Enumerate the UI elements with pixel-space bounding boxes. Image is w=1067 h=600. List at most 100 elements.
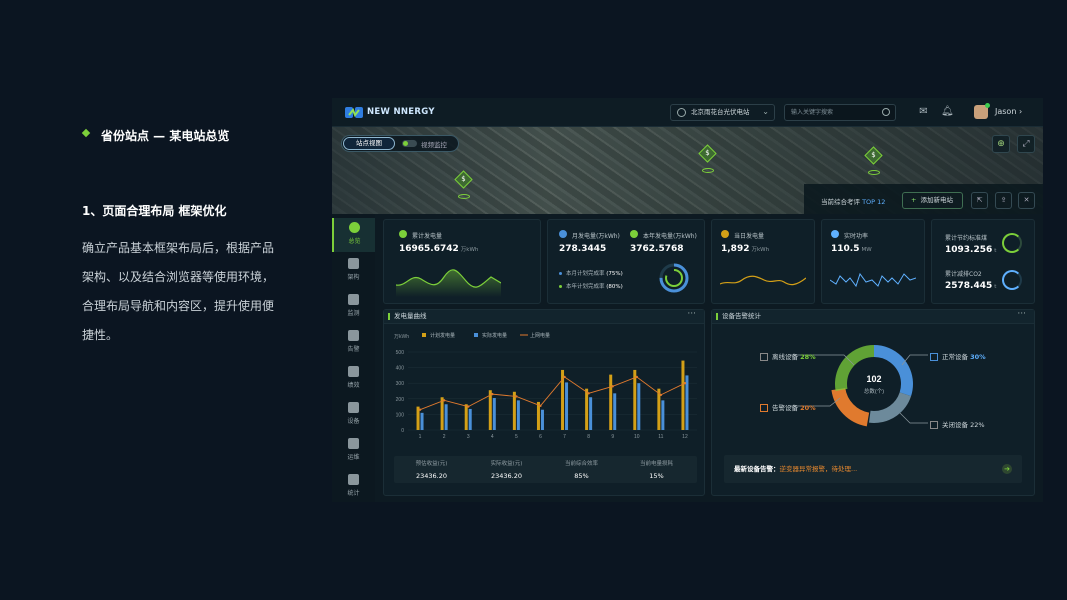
x-tick-label: 2	[443, 434, 446, 440]
card-label: 月发电量(万kWh)	[572, 233, 620, 240]
card-realtime-power: 实时功率 110.5 MW	[821, 219, 925, 304]
lightning-icon	[399, 230, 407, 238]
line-point	[539, 404, 542, 408]
stat-header: 当前综合效率	[564, 461, 598, 467]
sidebar-item-3[interactable]: 告警	[332, 326, 375, 360]
line-point	[467, 405, 470, 408]
panel-title: 发电量曲线 ···	[384, 308, 704, 324]
line-point	[683, 382, 687, 385]
tab-video-monitor[interactable]: 视频监控	[421, 139, 447, 149]
dashboard-screenshot: NEW NNERGY 北京雨花台光伏电站 ⌄ 输入关键字搜索 ✉ 🔔︎ Jaso…	[332, 98, 1043, 502]
brand-name: NEW NNERGY	[367, 107, 435, 117]
upload-icon[interactable]: ⇪	[995, 192, 1012, 209]
card-value: 16965.6742 万kWh	[399, 244, 479, 254]
x-tick-label: 3	[467, 434, 470, 440]
location-icon	[677, 108, 686, 117]
stat-header: 当前电量损耗	[639, 461, 673, 467]
bar-actual	[540, 409, 544, 430]
calendar-icon	[630, 230, 638, 238]
bar-actual	[444, 404, 448, 430]
sidebar-item-label: 设备	[347, 418, 360, 425]
search-placeholder: 输入关键字搜索	[791, 109, 834, 116]
search-input[interactable]: 输入关键字搜索	[784, 104, 896, 121]
nav-icon	[348, 402, 359, 413]
sidebar-item-6[interactable]: 运维	[332, 434, 375, 468]
user-name[interactable]: Jason ›	[995, 107, 1022, 116]
x-tick-label: 4	[491, 434, 494, 440]
coal-ring-icon	[1002, 233, 1022, 253]
online-status-icon	[985, 103, 990, 108]
latest-alarm-bar[interactable]: 最新设备告警：逆变器异常报警，待处理... ➔	[724, 455, 1022, 483]
x-tick-label: 11	[658, 434, 663, 440]
bar-planned	[585, 388, 589, 430]
x-tick-label: 10	[634, 434, 640, 440]
sun-icon	[721, 230, 729, 238]
sidebar-item-5[interactable]: 设备	[332, 398, 375, 432]
bar-actual	[637, 383, 641, 430]
card-label: 本年发电量(万kWh)	[643, 233, 697, 240]
nav-icon	[348, 294, 359, 305]
power-icon	[831, 230, 839, 238]
sidebar-item-2[interactable]: 监测	[332, 290, 375, 324]
stat-value: 85%	[574, 472, 589, 480]
sidebar-item-7[interactable]: 统计	[332, 470, 375, 502]
slide-page: 省份站点 — 某电站总览 1、页面合理布局 框架优化 确立产品基本框架布局后，根…	[0, 0, 1067, 600]
station-pin-icon[interactable]: $	[864, 146, 883, 165]
co2-ring-icon	[1002, 270, 1022, 290]
y-tick-label: 100	[396, 412, 405, 418]
fullscreen-icon[interactable]: ⤢	[1017, 135, 1035, 153]
line-point	[442, 399, 446, 402]
more-icon[interactable]: ···	[687, 308, 696, 321]
close-icon[interactable]: ✕	[1018, 192, 1035, 209]
card-month-year: 月发电量(万kWh) 278.3445 本年发电量(万kWh) 3762.576…	[547, 219, 705, 304]
donut-leader-lines	[790, 354, 928, 424]
video-toggle[interactable]	[402, 140, 417, 147]
device-alarm-panel: 设备告警统计 ··· 102 总数(个) 离线设备 28% 告警设备 20% 正常…	[711, 309, 1035, 496]
y-unit-label: 万kWh	[394, 334, 409, 340]
power-stats: 预估收益(元) 23436.20 实际收益(元) 23436.20 当前综合效率 85% 当…	[394, 456, 697, 483]
sidebar-item-label: 绩效	[347, 382, 360, 389]
sidebar-item-4[interactable]: 绩效	[332, 362, 375, 396]
legend-label: 计划发电量	[430, 332, 455, 339]
y-tick-label: 200	[396, 397, 405, 403]
stat-value: 15%	[649, 472, 664, 480]
line-point	[611, 385, 614, 388]
line-point	[587, 392, 590, 395]
line-point	[418, 408, 422, 411]
station-pin-icon[interactable]: $	[698, 144, 717, 163]
sidebar-item-0[interactable]: 总览	[332, 218, 375, 252]
satellite-map[interactable]: 站点视图 视频监控 $ $ $ ⊕ ⤢ 当前综合考评 TOP 12 + 添加新电站…	[332, 127, 1043, 214]
card-label: 累计减排CO2	[945, 271, 982, 278]
export-icon[interactable]: ⇱	[971, 192, 988, 209]
x-tick-label: 8	[587, 434, 590, 440]
add-station-button[interactable]: + 添加新电站	[902, 192, 963, 209]
bar-planned	[681, 360, 685, 430]
plus-icon: +	[911, 196, 917, 204]
line-point	[563, 375, 566, 379]
year-rate: 本年计划完成率 (80%)	[559, 282, 623, 290]
power-curve-panel: 发电量曲线 ··· 万kWh 计划发电量 实际发电量 上网电量 500 400 300 200 1…	[383, 309, 705, 496]
card-value: 110.5 MW	[831, 244, 872, 254]
y-tick-label: 500	[396, 350, 405, 356]
y-tick-label: 400	[396, 366, 405, 372]
stat-value: 23436.20	[415, 472, 447, 480]
arrow-right-icon[interactable]: ➔	[1002, 464, 1012, 474]
bar-planned	[512, 391, 516, 430]
tab-station-view[interactable]: 站点视图	[343, 137, 395, 150]
calendar-icon	[559, 230, 567, 238]
mail-icon[interactable]: ✉	[918, 106, 929, 117]
sidebar-item-1[interactable]: 架构	[332, 254, 375, 288]
sidebar-item-label: 监测	[347, 310, 360, 317]
line-point	[635, 375, 638, 379]
bar-actual	[565, 382, 569, 430]
legend-label: 上网电量	[530, 332, 550, 339]
sidebar-item-label: 架构	[347, 274, 360, 281]
card-emissions: 累计节约标准煤 1093.256 t 累计减排CO2 2578.445 t	[931, 219, 1035, 304]
station-pin-icon[interactable]: $	[454, 170, 473, 189]
line-point	[491, 392, 494, 396]
slide-paragraph: 确立产品基本框架布局后，根据产品 架构、以及结合浏览器等使用环境， 合理布局导航…	[82, 241, 275, 342]
locate-icon[interactable]: ⊕	[992, 135, 1010, 153]
map-view-tabs: 站点视图 视频监控	[341, 135, 459, 152]
bell-icon[interactable]: 🔔︎	[941, 106, 954, 117]
station-select[interactable]: 北京雨花台光伏电站 ⌄	[670, 104, 775, 121]
